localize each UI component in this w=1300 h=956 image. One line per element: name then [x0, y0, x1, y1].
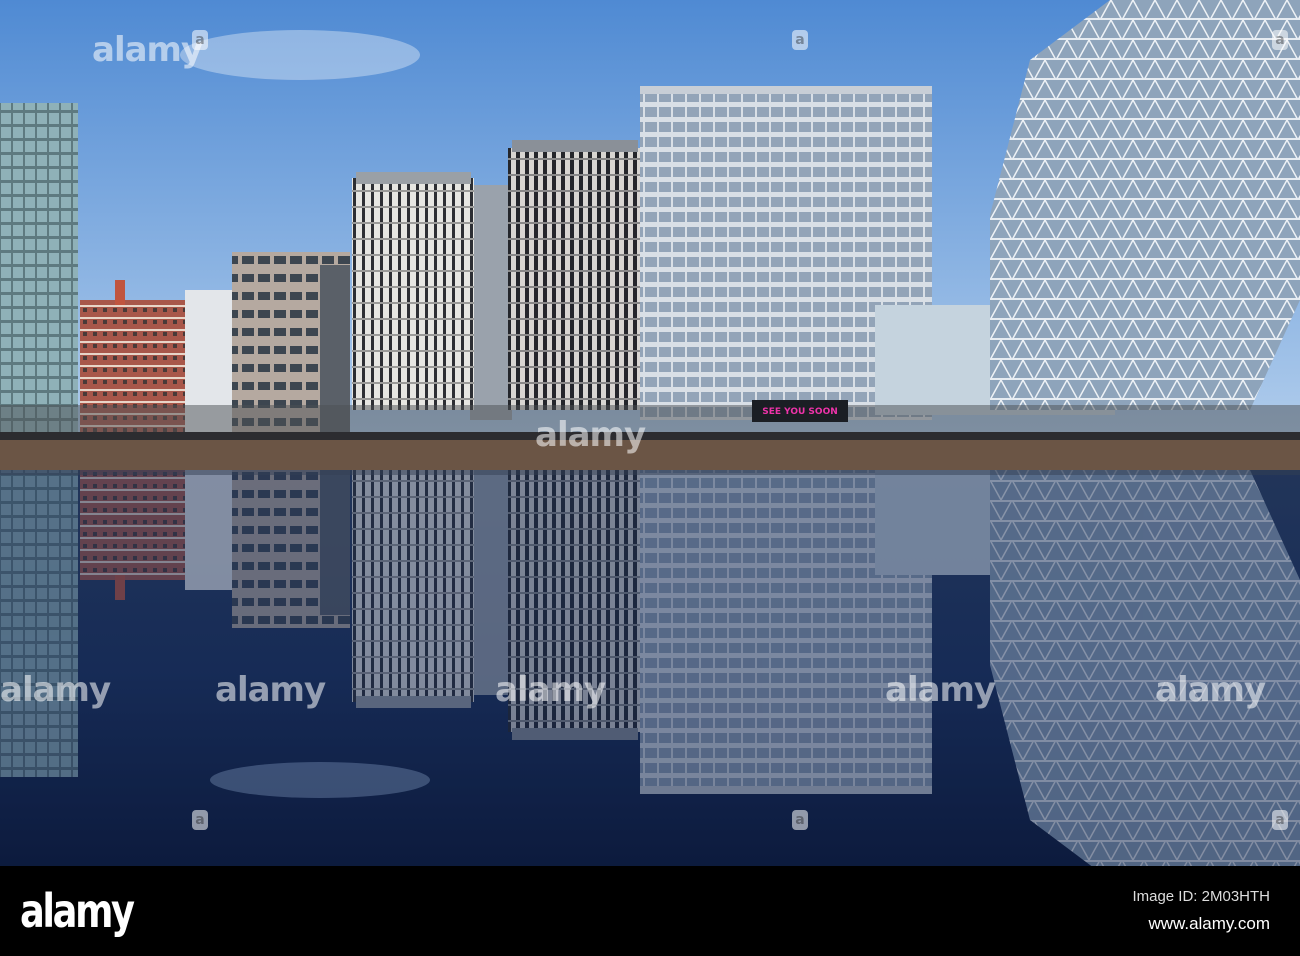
alamy-logo-icon: a: [1272, 30, 1288, 50]
promenade: [0, 432, 1300, 440]
watermark: alamy: [0, 670, 111, 710]
footer-bar: alamy Image ID: 2M03HTH www.alamy.com: [0, 866, 1300, 956]
watermark: alamy: [1155, 670, 1266, 710]
stock-photo: SEE YOU SOON alamy alamy alamy alamy ala…: [0, 0, 1300, 956]
watermark: alamy: [495, 670, 606, 710]
quay-wall: [0, 440, 1300, 472]
alamy-logo-icon: a: [792, 810, 808, 830]
watermark: alamy: [535, 415, 646, 455]
water: [0, 470, 1300, 866]
watermark: alamy: [92, 30, 203, 70]
alamy-logo-icon: a: [792, 30, 808, 50]
watermark: alamy: [215, 670, 326, 710]
alamy-logo-icon: a: [1272, 810, 1288, 830]
alamy-logo-icon: a: [192, 30, 208, 50]
alamy-logo-icon: a: [192, 810, 208, 830]
alamy-logo: alamy: [20, 884, 135, 938]
cloud: [180, 30, 420, 80]
sign-text: SEE YOU SOON: [762, 407, 838, 417]
image-id: Image ID: 2M03HTH: [1132, 888, 1270, 905]
dock-skyline-photo: SEE YOU SOON: [0, 0, 1300, 866]
site-url: www.alamy.com: [1148, 914, 1270, 933]
watermark: alamy: [885, 670, 996, 710]
